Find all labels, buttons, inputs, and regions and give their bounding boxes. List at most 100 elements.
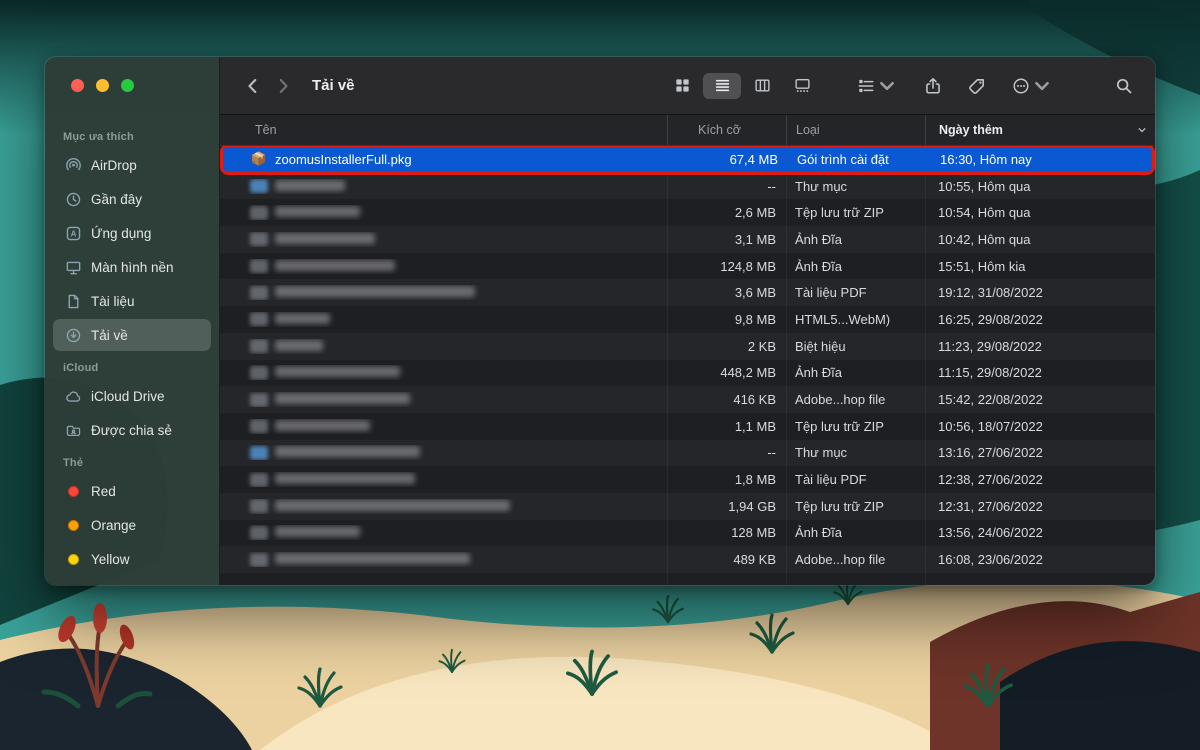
table-row[interactable]: 3,6 MB Tài liệu PDF 19:12, 31/08/2022 xyxy=(220,279,1155,306)
cell-type: Thư mục xyxy=(786,179,925,194)
column-header-0[interactable]: Tên xyxy=(220,115,667,145)
cell-date: 13:56, 24/06/2022 xyxy=(925,525,1155,540)
main-pane: Tải về xyxy=(220,57,1155,585)
sidebar-section: Thẻ Red Orange Yellow xyxy=(45,447,219,576)
tag-circle-icon xyxy=(63,549,83,569)
column-header-2[interactable]: Loại xyxy=(786,115,925,145)
applications-icon: A xyxy=(63,223,83,243)
sidebar-item-label: Tài liệu xyxy=(91,294,135,309)
list-view-button[interactable] xyxy=(703,73,741,99)
sidebar-item-tải-về[interactable]: Tải về xyxy=(53,319,211,351)
shared-icon xyxy=(63,420,83,440)
back-button[interactable] xyxy=(238,71,268,101)
cell-size: 1,8 MB xyxy=(667,472,786,487)
gallery-view-button[interactable] xyxy=(783,73,821,99)
cell-size: 124,8 MB xyxy=(667,259,786,274)
table-row[interactable]: 📦 zoomusInstallerFull.pkg 67,4 MB Gói tr… xyxy=(222,146,1153,173)
cloud-icon xyxy=(63,386,83,406)
cell-date: 10:42, Hôm qua xyxy=(925,232,1155,247)
sidebar-item-label: AirDrop xyxy=(91,158,137,173)
cell-name xyxy=(220,419,667,434)
sidebar-item-ứng-dụng[interactable]: A Ứng dụng xyxy=(53,217,211,249)
cell-name xyxy=(220,525,667,540)
table-row[interactable]: 124,8 MB Ảnh Đĩa 15:51, Hôm kia xyxy=(220,253,1155,280)
table-row[interactable]: 3,1 MB Ảnh Đĩa 10:42, Hôm qua xyxy=(220,226,1155,253)
tags-button[interactable] xyxy=(968,77,986,95)
file-icon xyxy=(250,259,268,273)
sidebar-item-label: Orange xyxy=(91,518,136,533)
group-by-icon xyxy=(857,77,875,95)
sidebar-item-gần-đây[interactable]: Gần đây xyxy=(53,183,211,215)
cell-size: 1,94 GB xyxy=(667,499,786,514)
column-label: Ngày thêm xyxy=(939,123,1003,137)
table-row[interactable]: 416 KB Adobe...hop file 15:42, 22/08/202… xyxy=(220,386,1155,413)
table-row[interactable]: -- Thư mục 10:55, Hôm qua xyxy=(220,173,1155,200)
forward-button[interactable] xyxy=(268,71,298,101)
column-label: Kích cỡ xyxy=(698,123,741,137)
chevron-right-icon xyxy=(273,76,293,96)
cell-name xyxy=(220,472,667,487)
table-row[interactable]: 1,8 MB Tài liệu PDF 12:38, 27/06/2022 xyxy=(220,466,1155,493)
cell-type: Ảnh Đĩa xyxy=(786,365,925,380)
sidebar-item-label: Yellow xyxy=(91,552,130,567)
file-name xyxy=(275,499,510,514)
sidebar-item-icloud-drive[interactable]: iCloud Drive xyxy=(53,380,211,412)
column-header-1[interactable]: Kích cỡ xyxy=(667,115,786,145)
share-button[interactable] xyxy=(924,77,942,95)
file-name xyxy=(275,259,395,274)
file-icon xyxy=(250,553,268,567)
sidebar-sections: Mục ưa thích AirDrop Gần đây A Ứng dụng … xyxy=(45,121,219,576)
cell-size: 3,6 MB xyxy=(667,285,786,300)
more-actions-button[interactable] xyxy=(1012,77,1051,95)
cell-name xyxy=(220,552,667,567)
file-icon xyxy=(250,419,268,433)
svg-text:A: A xyxy=(70,229,76,238)
cell-name xyxy=(220,445,667,460)
cell-size: 67,4 MB xyxy=(669,152,788,167)
group-by-button[interactable] xyxy=(857,77,896,95)
zoom-button[interactable] xyxy=(121,79,134,92)
cell-type: Adobe...hop file xyxy=(786,392,925,407)
toolbar: Tải về xyxy=(220,57,1155,115)
cell-name xyxy=(220,259,667,274)
cell-type: Tệp lưu trữ ZIP xyxy=(786,419,925,434)
cell-type: Tệp lưu trữ ZIP xyxy=(786,205,925,220)
cell-date: 10:54, Hôm qua xyxy=(925,205,1155,220)
sidebar-item-label: Được chia sẻ xyxy=(91,423,172,438)
sidebar-item-tài-liệu[interactable]: Tài liệu xyxy=(53,285,211,317)
close-button[interactable] xyxy=(71,79,84,92)
column-header-3[interactable]: Ngày thêm xyxy=(925,115,1155,145)
sidebar-item-red[interactable]: Red xyxy=(53,475,211,507)
cell-date: 10:55, Hôm qua xyxy=(925,179,1155,194)
table-row[interactable]: 1,1 MB Tệp lưu trữ ZIP 10:56, 18/07/2022 xyxy=(220,413,1155,440)
sidebar-item-yellow[interactable]: Yellow xyxy=(53,543,211,575)
icon-view-button[interactable] xyxy=(663,73,701,99)
sidebar-item-được-chia-sẻ[interactable]: Được chia sẻ xyxy=(53,414,211,446)
search-button[interactable] xyxy=(1115,77,1133,95)
cell-name xyxy=(220,232,667,247)
table-row[interactable]: 2 KB Biệt hiệu 11:23, 29/08/2022 xyxy=(220,333,1155,360)
table-row[interactable]: 2,6 MB Tệp lưu trữ ZIP 10:54, Hôm qua xyxy=(220,199,1155,226)
column-view-button[interactable] xyxy=(743,73,781,99)
table-row[interactable]: 489 KB Adobe...hop file 16:08, 23/06/202… xyxy=(220,546,1155,573)
ellipsis-circle-icon xyxy=(1012,77,1030,95)
sidebar-item-airdrop[interactable]: AirDrop xyxy=(53,149,211,181)
table-row[interactable]: 448,2 MB Ảnh Đĩa 11:15, 29/08/2022 xyxy=(220,360,1155,387)
file-name xyxy=(275,365,400,380)
cell-date: 12:38, 27/06/2022 xyxy=(925,472,1155,487)
table-row[interactable]: -- Thư mục 13:16, 27/06/2022 xyxy=(220,440,1155,467)
cell-name xyxy=(220,205,667,220)
sidebar-item-màn-hình-nền[interactable]: Màn hình nền xyxy=(53,251,211,283)
cell-type: Tài liệu PDF xyxy=(786,285,925,300)
sidebar-section-title: Thẻ xyxy=(45,447,219,474)
table-row[interactable]: 9,8 MB HTML5...WebM) 16:25, 29/08/2022 xyxy=(220,306,1155,333)
minimize-button[interactable] xyxy=(96,79,109,92)
cell-size: -- xyxy=(667,445,786,460)
table-row[interactable]: 1,94 GB Tệp lưu trữ ZIP 12:31, 27/06/202… xyxy=(220,493,1155,520)
sidebar-item-label: Tải về xyxy=(91,328,128,343)
table-row[interactable]: 128 MB Ảnh Đĩa 13:56, 24/06/2022 xyxy=(220,520,1155,547)
sidebar-item-orange[interactable]: Orange xyxy=(53,509,211,541)
sidebar-section-title: iCloud xyxy=(45,352,219,379)
file-name: zoomusInstallerFull.pkg xyxy=(275,152,412,167)
cell-date: 15:51, Hôm kia xyxy=(925,259,1155,274)
